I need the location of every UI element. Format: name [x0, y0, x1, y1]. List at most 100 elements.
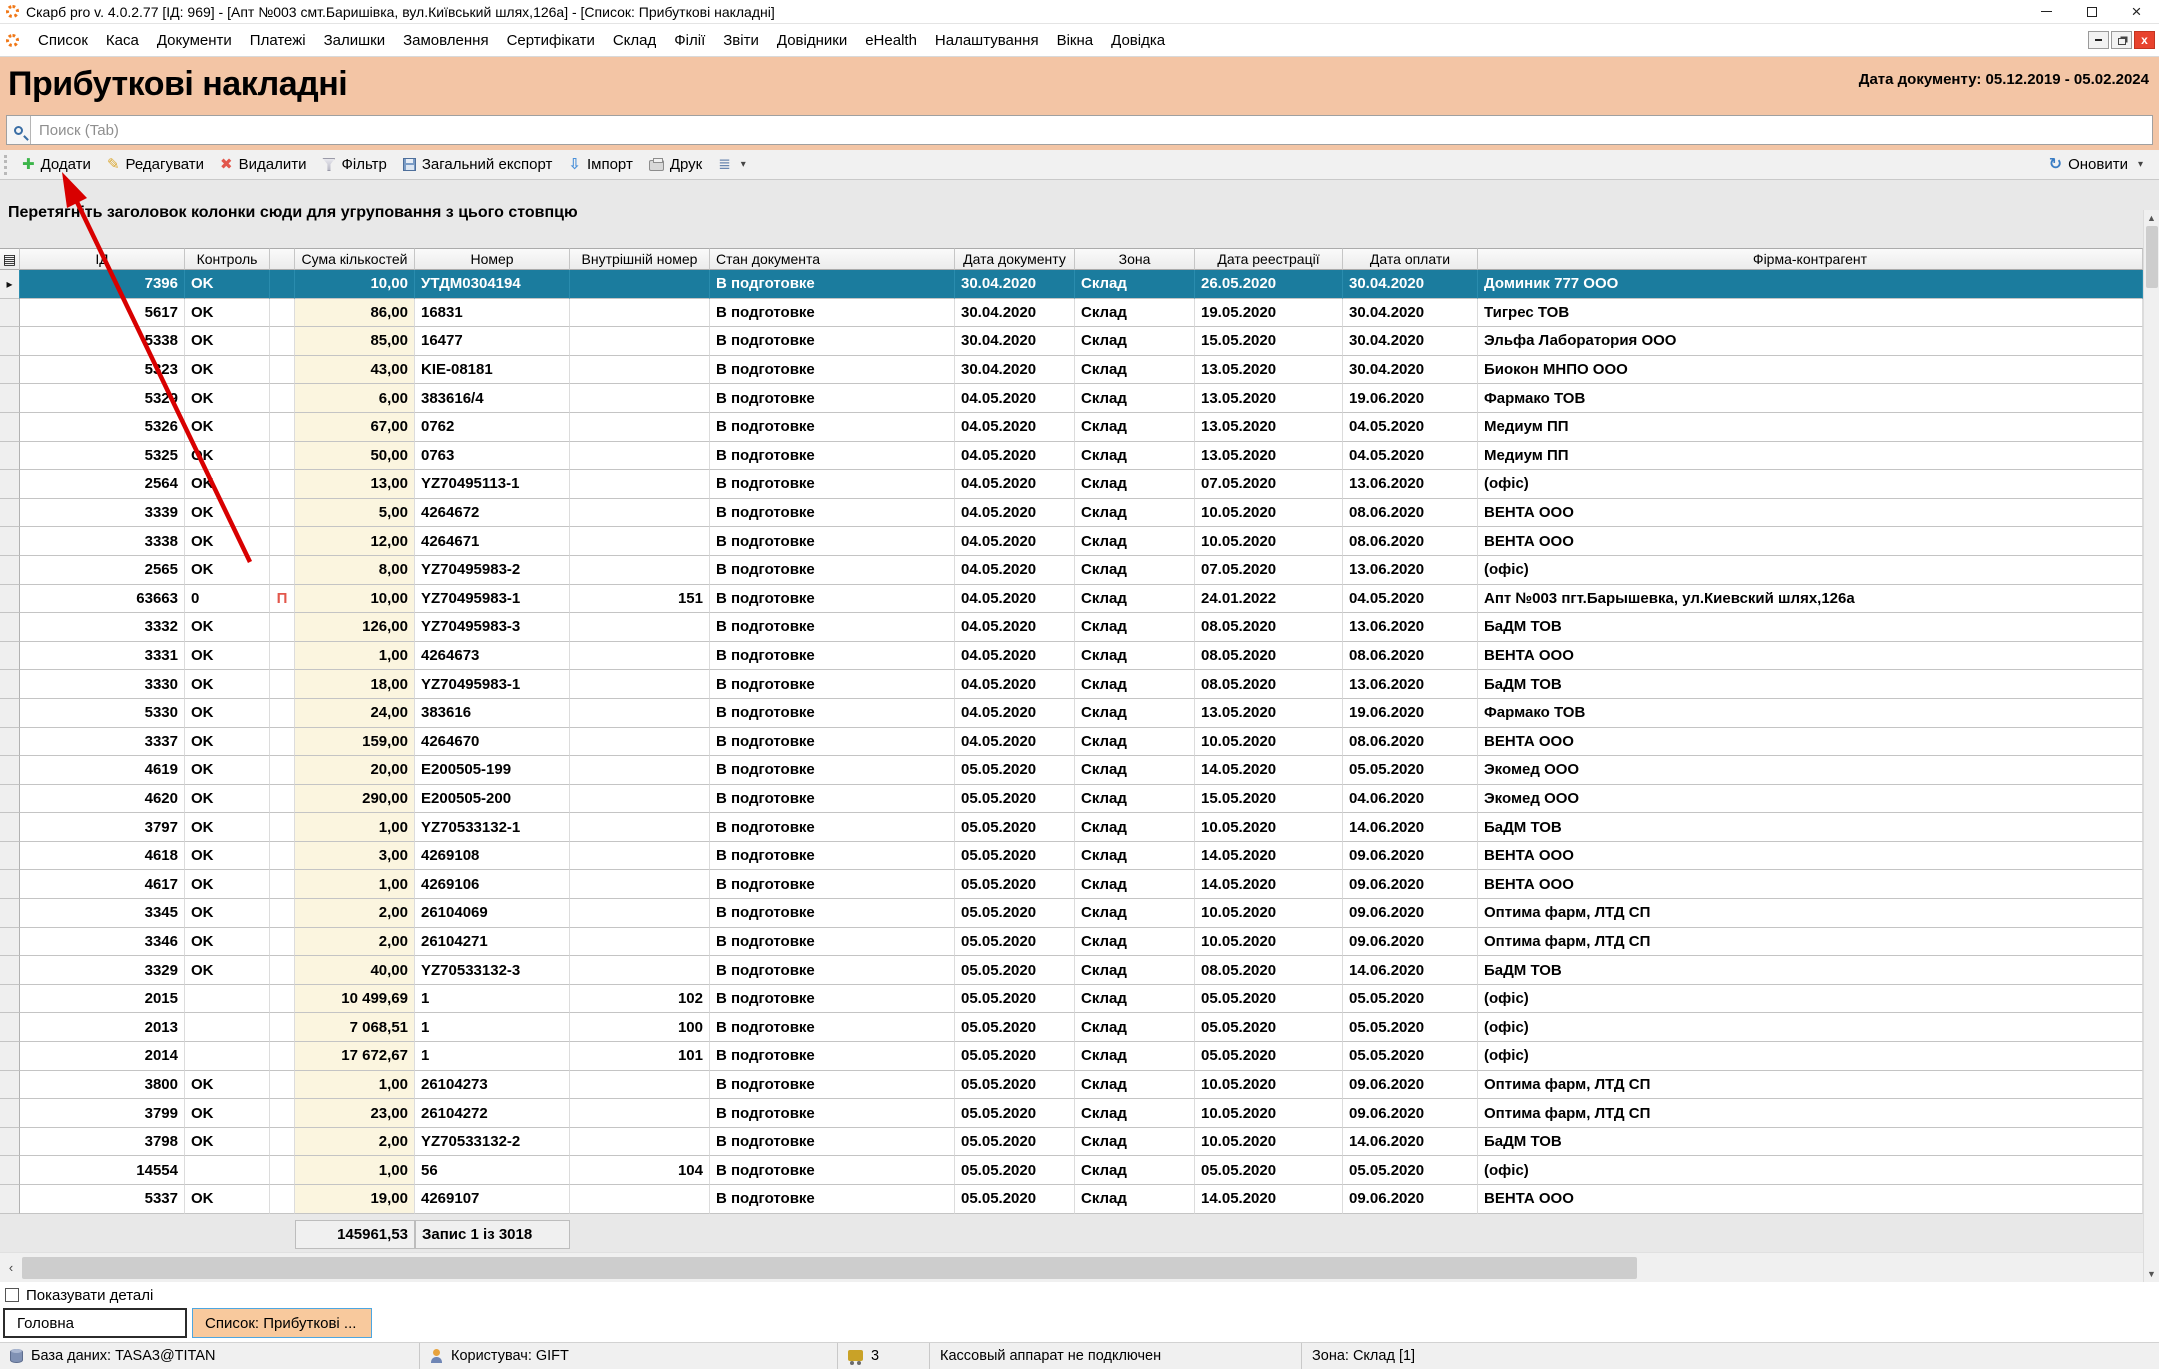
funnel-icon [322, 158, 335, 171]
menu-item[interactable]: Склад [604, 27, 665, 54]
table-row[interactable]: 2565OK8,00YZ70495983-2В подготовке04.05.… [0, 556, 2143, 585]
toolbar-button[interactable]: ✚Додати [14, 153, 99, 176]
table-cell: 2,00 [295, 1128, 415, 1157]
column-header[interactable]: Стан документа [710, 248, 955, 270]
toolbar-grip[interactable] [4, 155, 9, 175]
column-header[interactable] [270, 248, 295, 270]
mdi-close-button[interactable]: x [2134, 31, 2155, 49]
horizontal-scroll-thumb[interactable] [22, 1257, 1637, 1279]
toolbar-button[interactable]: ⇩Імпорт [560, 153, 640, 176]
column-header[interactable]: Дата реестрації [1195, 248, 1343, 270]
table-row[interactable]: 20137 068,511100В подготовке05.05.2020Ск… [0, 1013, 2143, 1042]
menu-item[interactable]: Залишки [315, 27, 395, 54]
table-row[interactable]: 5325OK50,000763В подготовке04.05.2020Скл… [0, 442, 2143, 471]
mdi-minimize-button[interactable] [2088, 31, 2109, 49]
menu-item[interactable]: Довідники [768, 27, 856, 54]
menu-item[interactable]: Довідка [1102, 27, 1174, 54]
column-header[interactable]: Зона [1075, 248, 1195, 270]
scroll-up-icon[interactable]: ▲ [2144, 210, 2159, 226]
table-cell: 85,00 [295, 327, 415, 356]
table-row[interactable]: 5617OK86,0016831В подготовке30.04.2020Ск… [0, 299, 2143, 328]
table-row[interactable]: 636630П10,00YZ70495983-1151В подготовке0… [0, 585, 2143, 614]
table-row[interactable]: 3798OK2,00YZ70533132-2В подготовке05.05.… [0, 1128, 2143, 1157]
menu-item[interactable]: Вікна [1048, 27, 1103, 54]
table-row[interactable]: 4617OK1,004269106В подготовке05.05.2020С… [0, 870, 2143, 899]
table-row[interactable]: 2564OK13,00YZ70495113-1В подготовке04.05… [0, 470, 2143, 499]
table-row[interactable]: 3330OK18,00YZ70495983-1В подготовке04.05… [0, 670, 2143, 699]
table-row[interactable]: 3332OK126,00YZ70495983-3В подготовке04.0… [0, 613, 2143, 642]
vertical-scroll-thumb[interactable] [2146, 226, 2158, 288]
column-header[interactable]: Внутрішній номер [570, 248, 710, 270]
column-header[interactable]: ІД [20, 248, 185, 270]
refresh-button[interactable]: ↻ Оновити ▾ [2041, 153, 2155, 176]
column-header[interactable]: Контроль [185, 248, 270, 270]
toolbar-button[interactable]: Друк [641, 153, 710, 176]
table-row[interactable]: 3337OK159,004264670В подготовке04.05.202… [0, 728, 2143, 757]
table-row[interactable]: 5326OK67,000762В подготовке04.05.2020Скл… [0, 413, 2143, 442]
tab-list-invoices[interactable]: Список: Прибуткові ... [192, 1308, 372, 1338]
row-indicator [0, 556, 20, 585]
toolbar-button-label: Загальний експорт [422, 156, 553, 173]
column-header[interactable]: Дата документу [955, 248, 1075, 270]
table-row[interactable]: 5329OK6,00383616/4В подготовке04.05.2020… [0, 384, 2143, 413]
grid-corner-cell[interactable]: ▤ [0, 248, 20, 270]
scroll-left-icon[interactable]: ‹ [0, 1260, 22, 1275]
table-row[interactable]: 3345OK2,0026104069В подготовке05.05.2020… [0, 899, 2143, 928]
table-row[interactable]: 5337OK19,004269107В подготовке05.05.2020… [0, 1185, 2143, 1214]
menu-item[interactable]: Замовлення [394, 27, 497, 54]
table-row[interactable]: ▸7396OK10,00УТДМ0304194В подготовке30.04… [0, 270, 2143, 299]
vertical-scrollbar[interactable]: ▲ ▼ [2143, 210, 2159, 1282]
maximize-button[interactable] [2069, 0, 2114, 23]
table-row[interactable]: 3799OK23,0026104272В подготовке05.05.202… [0, 1099, 2143, 1128]
menu-item[interactable]: eHealth [856, 27, 926, 54]
show-details-checkbox[interactable] [5, 1288, 19, 1302]
close-button[interactable]: × [2114, 0, 2159, 23]
column-header[interactable]: Сума кількостей [295, 248, 415, 270]
menu-item[interactable]: Налаштування [926, 27, 1048, 54]
table-row[interactable]: 3346OK2,0026104271В подготовке05.05.2020… [0, 928, 2143, 957]
table-row[interactable]: 3338OK12,004264671В подготовке04.05.2020… [0, 527, 2143, 556]
search-icon[interactable] [7, 116, 31, 144]
table-row[interactable]: 5330OK24,00383616В подготовке04.05.2020С… [0, 699, 2143, 728]
table-cell: 05.05.2020 [1195, 985, 1343, 1014]
toolbar-button[interactable]: Загальний експорт [395, 153, 561, 176]
scroll-down-icon[interactable]: ▼ [2144, 1266, 2159, 1282]
horizontal-scrollbar[interactable]: ‹ › [0, 1252, 2159, 1282]
table-row[interactable]: 3331OK1,004264673В подготовке04.05.2020С… [0, 642, 2143, 671]
table-row[interactable]: 3329OK40,00YZ70533132-3В подготовке05.05… [0, 956, 2143, 985]
table-row[interactable]: 3797OK1,00YZ70533132-1В подготовке05.05.… [0, 813, 2143, 842]
menu-item[interactable]: Сертифікати [498, 27, 604, 54]
menu-item[interactable]: Платежі [241, 27, 315, 54]
table-row[interactable]: 201510 499,691102В подготовке05.05.2020С… [0, 985, 2143, 1014]
column-header[interactable]: Фірма-контрагент [1478, 248, 2143, 270]
table-row[interactable]: 3339OK5,004264672В подготовке04.05.2020С… [0, 499, 2143, 528]
mdi-restore-button[interactable] [2111, 31, 2132, 49]
toolbar-button[interactable]: Фільтр [314, 153, 394, 176]
group-by-zone[interactable]: Перетягніть заголовок колонки сюди для у… [0, 180, 2159, 248]
table-cell: 4264673 [415, 642, 570, 671]
menu-item[interactable]: Каса [97, 27, 148, 54]
tab-home[interactable]: Головна [3, 1308, 187, 1338]
table-row[interactable]: 4618OK3,004269108В подготовке05.05.2020С… [0, 842, 2143, 871]
table-cell: Биокон МНПО ООО [1478, 356, 2143, 385]
menu-item[interactable]: Документи [148, 27, 241, 54]
table-row[interactable]: 4620OK290,00E200505-200В подготовке05.05… [0, 785, 2143, 814]
table-cell: ВЕНТА ООО [1478, 642, 2143, 671]
table-row[interactable]: 5338OK85,0016477В подготовке30.04.2020Ск… [0, 327, 2143, 356]
toolbar-button[interactable]: ✎Редагувати [99, 153, 212, 176]
table-row[interactable]: 201417 672,671101В подготовке05.05.2020С… [0, 1042, 2143, 1071]
minimize-button[interactable] [2024, 0, 2069, 23]
list-options-button[interactable]: ≣ ▾ [710, 154, 758, 175]
column-header[interactable]: Дата оплати [1343, 248, 1478, 270]
table-row[interactable]: 5323OK43,00KIE-08181В подготовке30.04.20… [0, 356, 2143, 385]
table-row[interactable]: 145541,0056104В подготовке05.05.2020Скла… [0, 1156, 2143, 1185]
menu-item[interactable]: Список [29, 27, 97, 54]
table-cell: Склад [1075, 956, 1195, 985]
menu-item[interactable]: Звіти [714, 27, 768, 54]
table-row[interactable]: 4619OK20,00E200505-199В подготовке05.05.… [0, 756, 2143, 785]
search-input[interactable] [31, 116, 2152, 144]
column-header[interactable]: Номер [415, 248, 570, 270]
menu-item[interactable]: Філії [665, 27, 714, 54]
toolbar-button[interactable]: ✖Видалити [212, 153, 314, 176]
table-row[interactable]: 3800OK1,0026104273В подготовке05.05.2020… [0, 1071, 2143, 1100]
